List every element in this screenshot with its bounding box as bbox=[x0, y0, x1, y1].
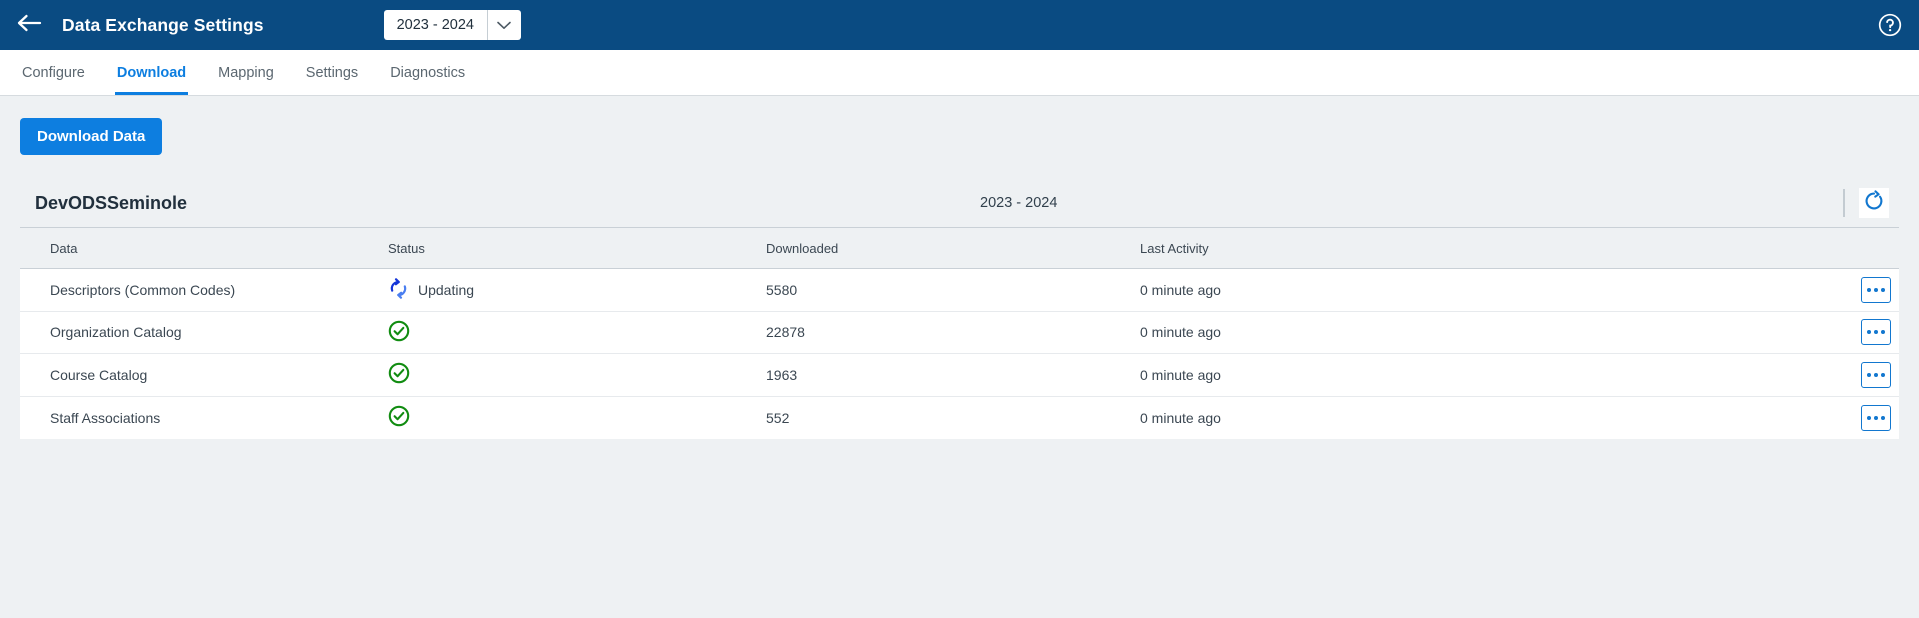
cell-last-activity: 0 minute ago bbox=[1140, 367, 1819, 383]
table-row: Organization Catalog 22878 0 minute ago bbox=[20, 312, 1899, 355]
cell-status bbox=[388, 320, 766, 345]
tab-label: Download bbox=[117, 65, 186, 81]
tab-download[interactable]: Download bbox=[101, 50, 202, 95]
cell-status bbox=[388, 362, 766, 387]
table-row: Descriptors (Common Codes) Updating 5580… bbox=[20, 269, 1899, 312]
card-actions bbox=[1843, 188, 1889, 218]
download-card: DevODSSeminole 2023 - 2024 Data Status D… bbox=[20, 179, 1899, 439]
table-row: Staff Associations 552 0 minute ago bbox=[20, 397, 1899, 440]
cell-data: Organization Catalog bbox=[20, 324, 388, 340]
column-header-downloaded: Downloaded bbox=[766, 241, 1140, 256]
ellipsis-icon bbox=[1867, 330, 1885, 334]
column-header-last-activity: Last Activity bbox=[1140, 241, 1819, 256]
app-header: Data Exchange Settings 2023 - 2024 bbox=[0, 0, 1919, 50]
cell-data: Staff Associations bbox=[20, 410, 388, 426]
chevron-down-icon[interactable] bbox=[488, 10, 521, 40]
tab-label: Mapping bbox=[218, 65, 274, 81]
tab-settings[interactable]: Settings bbox=[290, 50, 374, 95]
tab-configure[interactable]: Configure bbox=[6, 50, 101, 95]
table-header-row: Data Status Downloaded Last Activity bbox=[20, 227, 1899, 269]
download-data-button[interactable]: Download Data bbox=[20, 118, 162, 155]
row-menu-button[interactable] bbox=[1861, 362, 1891, 388]
check-circle-icon bbox=[388, 362, 410, 387]
school-year-value: 2023 - 2024 bbox=[384, 10, 487, 40]
card-header: DevODSSeminole 2023 - 2024 bbox=[20, 179, 1899, 227]
row-menu-button[interactable] bbox=[1861, 319, 1891, 345]
school-year-dropdown[interactable]: 2023 - 2024 bbox=[384, 10, 521, 40]
tab-label: Diagnostics bbox=[390, 65, 465, 81]
status-label: Updating bbox=[418, 282, 474, 298]
cell-actions bbox=[1819, 319, 1899, 345]
cell-last-activity: 0 minute ago bbox=[1140, 324, 1819, 340]
tab-label: Settings bbox=[306, 65, 358, 81]
cell-actions bbox=[1819, 277, 1899, 303]
check-circle-icon bbox=[388, 405, 410, 430]
table-body: Descriptors (Common Codes) Updating 5580… bbox=[20, 269, 1899, 439]
tab-label: Configure bbox=[22, 65, 85, 81]
cell-last-activity: 0 minute ago bbox=[1140, 410, 1819, 426]
row-menu-button[interactable] bbox=[1861, 277, 1891, 303]
ellipsis-icon bbox=[1867, 373, 1885, 377]
card-school-year: 2023 - 2024 bbox=[980, 195, 1057, 211]
card-title: DevODSSeminole bbox=[35, 193, 187, 214]
refresh-icon bbox=[1863, 190, 1885, 217]
cell-data: Descriptors (Common Codes) bbox=[20, 282, 388, 298]
column-header-status: Status bbox=[388, 241, 766, 256]
cell-data: Course Catalog bbox=[20, 367, 388, 383]
ellipsis-icon bbox=[1867, 288, 1885, 292]
cell-downloaded: 22878 bbox=[766, 324, 1140, 340]
page-title: Data Exchange Settings bbox=[62, 15, 264, 36]
help-circle-icon bbox=[1878, 24, 1902, 41]
ellipsis-icon bbox=[1867, 416, 1885, 420]
row-menu-button[interactable] bbox=[1861, 405, 1891, 431]
help-button[interactable] bbox=[1878, 13, 1902, 37]
cell-downloaded: 552 bbox=[766, 410, 1140, 426]
main-content: Download Data DevODSSeminole 2023 - 2024… bbox=[0, 96, 1919, 439]
cell-downloaded: 5580 bbox=[766, 282, 1140, 298]
sync-updating-icon bbox=[388, 278, 409, 302]
tab-diagnostics[interactable]: Diagnostics bbox=[374, 50, 481, 95]
column-header-data: Data bbox=[20, 241, 388, 256]
cell-actions bbox=[1819, 362, 1899, 388]
cell-last-activity: 0 minute ago bbox=[1140, 282, 1819, 298]
table-row: Course Catalog 1963 0 minute ago bbox=[20, 354, 1899, 397]
cell-actions bbox=[1819, 405, 1899, 431]
tab-mapping[interactable]: Mapping bbox=[202, 50, 290, 95]
check-circle-icon bbox=[388, 320, 410, 345]
back-button[interactable] bbox=[14, 10, 44, 40]
action-divider bbox=[1843, 189, 1845, 217]
cell-downloaded: 1963 bbox=[766, 367, 1140, 383]
tab-bar: Configure Download Mapping Settings Diag… bbox=[0, 50, 1919, 96]
refresh-button[interactable] bbox=[1859, 188, 1889, 218]
arrow-left-icon bbox=[16, 13, 42, 38]
cell-status bbox=[388, 405, 766, 430]
cell-status: Updating bbox=[388, 278, 766, 302]
